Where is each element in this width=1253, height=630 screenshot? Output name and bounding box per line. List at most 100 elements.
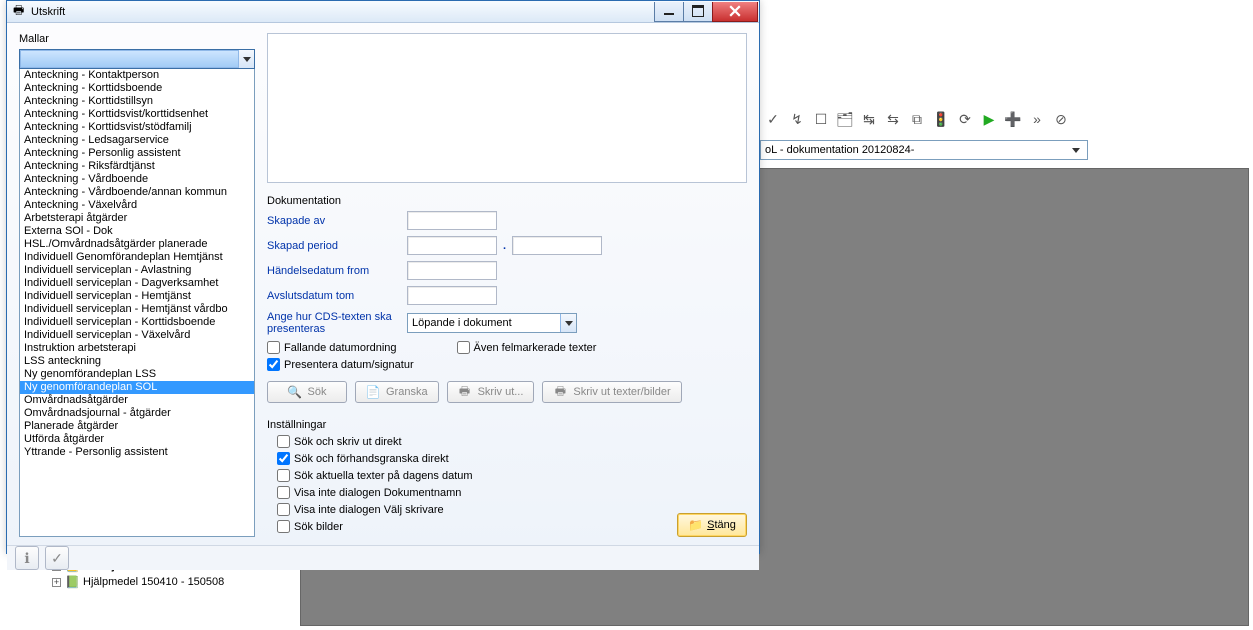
maximize-button[interactable] <box>683 2 713 22</box>
form-panel: Dokumentation Skapade av Skapad period .… <box>267 33 747 537</box>
window-close-button[interactable] <box>712 2 758 22</box>
created-period-from-input[interactable] <box>407 236 497 255</box>
dialog-footer: ℹ ✓ <box>7 545 759 570</box>
template-item[interactable]: Yttrande - Personlig assistent <box>20 446 254 459</box>
template-item[interactable]: Anteckning - Korttidsvist/korttidsenhet <box>20 108 254 121</box>
template-item[interactable]: Individuell serviceplan - Växelvård <box>20 329 254 342</box>
toolbar-icon[interactable]: ↹ <box>860 110 878 128</box>
close-button[interactable]: 📁 Stäng <box>677 513 747 537</box>
template-item[interactable]: Utförda åtgärder <box>20 433 254 446</box>
template-item[interactable]: Anteckning - Vårdboende <box>20 173 254 186</box>
end-date-input[interactable] <box>407 286 497 305</box>
toolbar-icon[interactable]: » <box>1028 110 1046 128</box>
checkbox-input[interactable] <box>267 341 280 354</box>
dropdown-arrow-icon <box>1069 143 1083 157</box>
checkbox-input[interactable] <box>277 520 290 533</box>
template-item[interactable]: Individuell serviceplan - Dagverksamhet <box>20 277 254 290</box>
confirm-button[interactable]: ✓ <box>45 546 69 570</box>
template-item[interactable]: Anteckning - Ledsagarservice <box>20 134 254 147</box>
checkbox-input[interactable] <box>277 503 290 516</box>
also-error-checkbox[interactable]: Även felmarkerade texter <box>457 341 597 354</box>
created-period-to-input[interactable] <box>512 236 602 255</box>
template-item[interactable]: Omvårdnadsåtgärder <box>20 394 254 407</box>
template-item[interactable]: Anteckning - Korttidsvist/stödfamilj <box>20 121 254 134</box>
template-item[interactable]: Individuell serviceplan - Hemtjänst <box>20 290 254 303</box>
toolbar-icon[interactable]: ▶ <box>980 110 998 128</box>
checkbox-input[interactable] <box>277 452 290 465</box>
toolbar-icon[interactable]: ⟳ <box>956 110 974 128</box>
checkbox-label: Sök bilder <box>294 521 343 533</box>
presentation-select[interactable]: Löpande i dokument <box>407 313 577 333</box>
print-icon: 🖶 <box>13 1 27 22</box>
tree-expand-icon[interactable]: + <box>52 578 61 587</box>
template-item[interactable]: Externa SOl - Dok <box>20 225 254 238</box>
template-item[interactable]: Individuell Genomförandeplan Hemtjänst <box>20 251 254 264</box>
toolbar-icon[interactable]: ✓ <box>764 110 782 128</box>
template-item[interactable]: Anteckning - Korttidsboende <box>20 82 254 95</box>
setting-todays-texts[interactable]: Sök aktuella texter på dagens datum <box>277 469 677 482</box>
checkbox-label: Fallande datumordning <box>284 342 397 354</box>
search-icon: 🔍 <box>288 385 302 399</box>
created-by-label: Skapade av <box>267 215 407 227</box>
template-item[interactable]: Individuell serviceplan - Hemtjänst vård… <box>20 303 254 316</box>
toolbar-icon[interactable]: ⇆ <box>884 110 902 128</box>
preview-button[interactable]: 📄 Granska <box>355 381 439 403</box>
event-date-label: Händelsedatum from <box>267 265 407 277</box>
checkbox-input[interactable] <box>267 358 280 371</box>
template-item[interactable]: Planerade åtgärder <box>20 420 254 433</box>
checkbox-input[interactable] <box>277 469 290 482</box>
present-date-sig-checkbox[interactable]: Presentera datum/signatur <box>267 358 747 371</box>
toolbar-icon[interactable]: 🚦 <box>932 110 950 128</box>
falling-order-checkbox[interactable]: Fallande datumordning <box>267 341 397 354</box>
templates-combo[interactable] <box>19 49 255 69</box>
toolbar-icon[interactable]: ↯ <box>788 110 806 128</box>
checkbox-input[interactable] <box>277 435 290 448</box>
template-item[interactable]: Ny genomförandeplan SOL <box>20 381 254 394</box>
presentation-label: Ange hur CDS-texten ska presenteras <box>267 311 407 335</box>
template-item[interactable]: Individuell serviceplan - Korttidsboende <box>20 316 254 329</box>
setting-print-direct[interactable]: Sök och skriv ut direkt <box>277 435 677 448</box>
setting-hide-docname[interactable]: Visa inte dialogen Dokumentnamn <box>277 486 677 499</box>
event-date-input[interactable] <box>407 261 497 280</box>
template-item[interactable]: Omvårdnadsjournal - åtgärder <box>20 407 254 420</box>
search-button[interactable]: 🔍 Sök <box>267 381 347 403</box>
templates-list[interactable]: Anteckning - KontaktpersonAnteckning - K… <box>19 69 255 537</box>
checkbox-label: Visa inte dialogen Dokumentnamn <box>294 487 461 499</box>
info-button[interactable]: ℹ <box>15 546 39 570</box>
template-item[interactable]: Anteckning - Personlig assistent <box>20 147 254 160</box>
template-item[interactable]: Instruktion arbetsterapi <box>20 342 254 355</box>
template-item[interactable]: LSS anteckning <box>20 355 254 368</box>
checkbox-input[interactable] <box>277 486 290 499</box>
template-item[interactable]: Ny genomförandeplan LSS <box>20 368 254 381</box>
tree-row[interactable]: + 📗 Hjälpmedel 150410 - 150508 <box>52 574 268 590</box>
template-item[interactable]: Anteckning - Kontaktperson <box>20 69 254 82</box>
template-item[interactable]: Anteckning - Vårdboende/annan kommun <box>20 186 254 199</box>
minimize-button[interactable] <box>654 2 684 22</box>
toolbar-icon[interactable]: ➕ <box>1004 110 1022 128</box>
created-by-input[interactable] <box>407 211 497 230</box>
tree-item-icon: 📗 <box>65 575 79 589</box>
dropdown-arrow-icon <box>238 50 254 68</box>
print-button[interactable]: 🖶 Skriv ut... <box>447 381 535 403</box>
template-item[interactable]: Arbetsterapi åtgärder <box>20 212 254 225</box>
template-item[interactable]: Anteckning - Växelvård <box>20 199 254 212</box>
setting-search-images[interactable]: Sök bilder <box>277 520 677 533</box>
checkbox-input[interactable] <box>457 341 470 354</box>
setting-hide-printer[interactable]: Visa inte dialogen Välj skrivare <box>277 503 677 516</box>
toolbar-icon[interactable]: ⧉ <box>908 110 926 128</box>
checkbox-label: Visa inte dialogen Välj skrivare <box>294 504 444 516</box>
setting-preview-direct[interactable]: Sök och förhandsgranska direkt <box>277 452 677 465</box>
preview-box <box>267 33 747 183</box>
toolbar-icon[interactable]: 🗂 <box>836 110 854 128</box>
background-select[interactable]: oL - dokumentation 20120824- <box>760 140 1088 160</box>
toolbar-icon[interactable]: ⊘ <box>1052 110 1070 128</box>
print-texts-images-button[interactable]: 🖶 Skriv ut texter/bilder <box>542 381 681 403</box>
period-separator: . <box>497 240 512 252</box>
template-item[interactable]: Anteckning - Riksfärdtjänst <box>20 160 254 173</box>
toolbar-icon[interactable]: ☐ <box>812 110 830 128</box>
template-item[interactable]: HSL./Omvårdnadsåtgärder planerade <box>20 238 254 251</box>
titlebar: 🖶 Utskrift <box>7 1 759 23</box>
preview-icon: 📄 <box>366 385 380 399</box>
template-item[interactable]: Anteckning - Korttidstillsyn <box>20 95 254 108</box>
template-item[interactable]: Individuell serviceplan - Avlastning <box>20 264 254 277</box>
